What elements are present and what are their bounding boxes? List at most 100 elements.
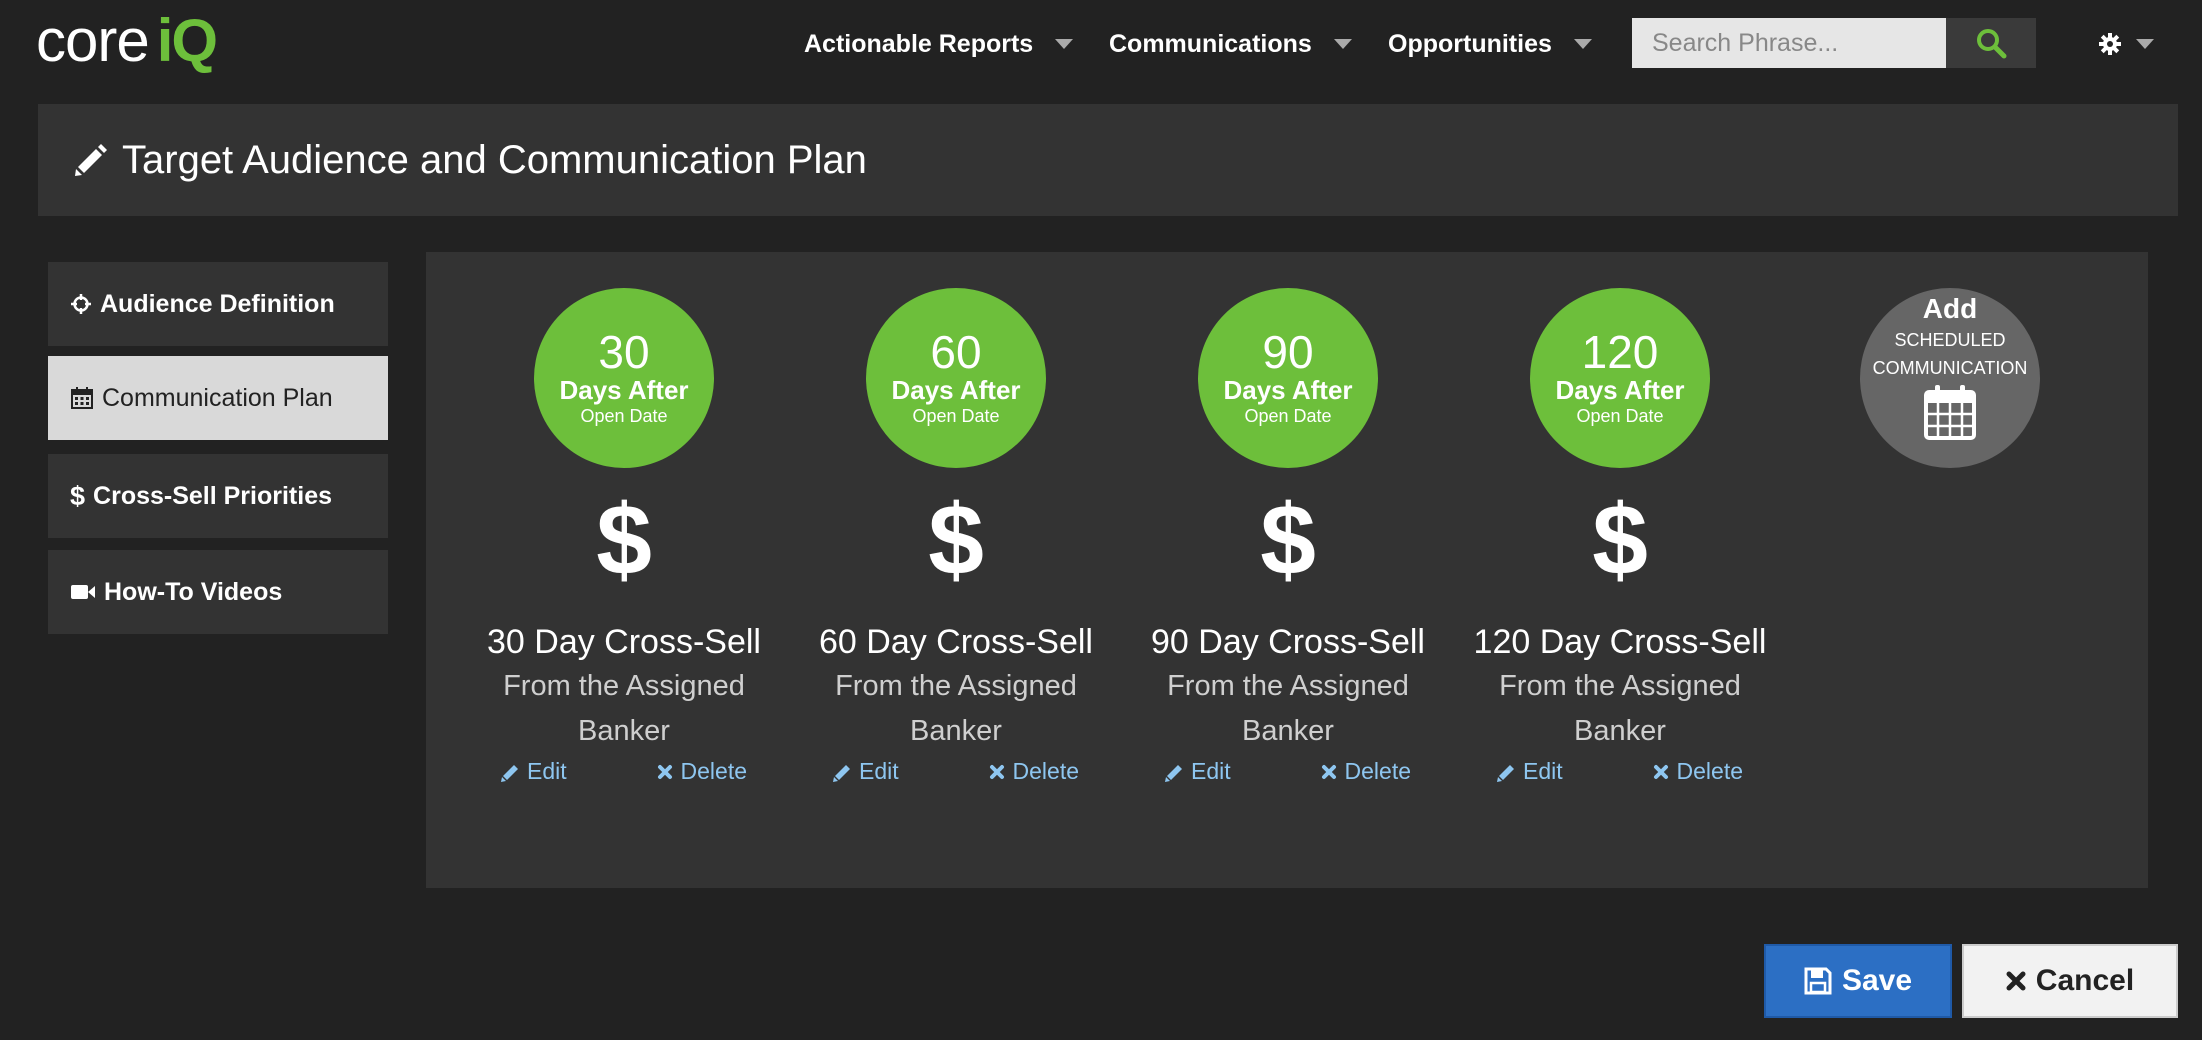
logo-iq-text: iQ [156, 6, 218, 74]
edit-label: Edit [1191, 758, 1231, 784]
nav-opportunities[interactable]: Opportunities [1388, 26, 1592, 62]
days-value: 30 [598, 326, 650, 378]
days-label: Days After [891, 375, 1021, 405]
open-date-label: Open Date [1576, 406, 1664, 426]
pencil-icon [75, 144, 107, 176]
sidebar-item-label: Communication Plan [102, 383, 333, 412]
caret-down-icon [1573, 39, 1592, 49]
video-camera-icon [70, 582, 96, 602]
brand-logo[interactable]: core iQ [36, 6, 218, 74]
delete-button[interactable]: Delete [989, 758, 1079, 785]
days-label: Days After [559, 375, 689, 405]
edit-button[interactable]: Edit [833, 758, 899, 785]
calendar-icon [70, 386, 94, 410]
caret-down-icon [1333, 39, 1352, 49]
edit-button[interactable]: Edit [1165, 758, 1231, 785]
communication-subtitle: From the Assigned Banker [1167, 670, 1409, 747]
pencil-icon [833, 764, 850, 782]
sidebar-item-label: How-To Videos [104, 577, 283, 606]
page-title: Target Audience and Communication Plan [122, 137, 867, 182]
crosshairs-icon [70, 293, 92, 315]
communication-card: 90 Days After Open Date $ 90 Day Cross-S… [1122, 252, 1454, 785]
sidebar-item-label: Audience Definition [100, 289, 335, 318]
delete-button[interactable]: Delete [1653, 758, 1743, 785]
nav-label: Opportunities [1388, 29, 1552, 58]
dollar-icon: $ [70, 480, 86, 511]
days-value: 120 [1581, 326, 1659, 378]
sidebar-item-how-to-videos[interactable]: How-To Videos [48, 550, 388, 634]
cancel-button[interactable]: Cancel [1962, 944, 2178, 1018]
schedule-badge[interactable]: 30 Days After Open Date [534, 288, 714, 468]
sidebar-item-cross-sell-priorities[interactable]: $ Cross-Sell Priorities [48, 454, 388, 538]
delete-label: Delete [1344, 758, 1411, 784]
communication-title: 90 Day Cross-Sell [1151, 623, 1425, 661]
caret-down-icon [1055, 39, 1074, 49]
delete-label: Delete [1676, 758, 1743, 784]
close-icon [657, 764, 672, 779]
communication-label: COMMUNICATION [1872, 358, 2028, 378]
dollar-icon: $ [1260, 484, 1316, 596]
edit-label: Edit [1523, 758, 1563, 784]
search-button[interactable] [1946, 18, 2036, 68]
card-actions: Edit Delete [833, 758, 1079, 785]
communication-title: 120 Day Cross-Sell [1473, 623, 1767, 661]
delete-label: Delete [680, 758, 747, 784]
dollar-icon: $ [928, 484, 984, 596]
add-label: Add [1922, 293, 1978, 324]
pencil-icon [1165, 764, 1182, 782]
nav-label: Communications [1109, 29, 1312, 58]
card-actions: Edit Delete [1165, 758, 1411, 785]
communication-subtitle: From the Assigned Banker [503, 670, 745, 747]
page-header: Target Audience and Communication Plan [38, 104, 2178, 216]
close-icon [1321, 764, 1336, 779]
search-input[interactable] [1632, 18, 1946, 68]
pencil-icon [501, 764, 518, 782]
days-value: 90 [1262, 326, 1314, 378]
add-scheduled-communication-button[interactable]: Add SCHEDULED COMMUNICATION [1860, 288, 2040, 468]
sidebar-item-communication-plan[interactable]: Communication Plan [48, 356, 388, 440]
logo-core-text: core [36, 6, 150, 74]
sidebar-item-label: Cross-Sell Priorities [93, 481, 333, 510]
delete-button[interactable]: Delete [1321, 758, 1411, 785]
delete-button[interactable]: Delete [657, 758, 747, 785]
edit-label: Edit [527, 758, 567, 784]
edit-button[interactable]: Edit [501, 758, 567, 785]
dollar-icon: $ [1592, 484, 1648, 596]
nav-communications[interactable]: Communications [1109, 26, 1352, 62]
close-icon [989, 764, 1004, 779]
pencil-icon [1497, 764, 1514, 782]
card-actions: Edit Delete [1497, 758, 1743, 785]
nav-label: Actionable Reports [804, 29, 1034, 58]
dollar-icon: $ [596, 484, 652, 596]
open-date-label: Open Date [1244, 406, 1332, 426]
settings-menu[interactable] [2098, 28, 2154, 60]
communication-card: 60 Days After Open Date $ 60 Day Cross-S… [790, 252, 1122, 785]
open-date-label: Open Date [580, 406, 668, 426]
delete-label: Delete [1012, 758, 1079, 784]
nav-actionable-reports[interactable]: Actionable Reports [804, 26, 1074, 62]
communication-card: 120 Days After Open Date $ 120 Day Cross… [1454, 252, 1786, 785]
communication-subtitle: From the Assigned Banker [835, 670, 1077, 747]
caret-down-icon [2136, 39, 2154, 49]
communication-plan-panel: 30 Days After Open Date $ 30 Day Cross-S… [426, 252, 2148, 888]
calendar-icon [1924, 385, 1976, 440]
schedule-badge[interactable]: 120 Days After Open Date [1530, 288, 1710, 468]
save-label: Save [1841, 964, 1913, 997]
communication-card: 30 Days After Open Date $ 30 Day Cross-S… [458, 252, 790, 785]
card-actions: Edit Delete [501, 758, 747, 785]
close-icon [2006, 971, 2026, 991]
close-icon [1653, 764, 1668, 779]
save-button[interactable]: Save [1764, 944, 1952, 1018]
communication-subtitle: From the Assigned Banker [1499, 670, 1741, 747]
edit-label: Edit [859, 758, 899, 784]
edit-button[interactable]: Edit [1497, 758, 1563, 785]
communication-title: 60 Day Cross-Sell [819, 623, 1093, 661]
open-date-label: Open Date [912, 406, 1000, 426]
days-label: Days After [1223, 375, 1353, 405]
sidebar-item-audience-definition[interactable]: Audience Definition [48, 262, 388, 346]
days-label: Days After [1555, 375, 1685, 405]
days-value: 60 [930, 326, 982, 378]
schedule-badge[interactable]: 90 Days After Open Date [1198, 288, 1378, 468]
gear-icon [2099, 33, 2121, 55]
schedule-badge[interactable]: 60 Days After Open Date [866, 288, 1046, 468]
